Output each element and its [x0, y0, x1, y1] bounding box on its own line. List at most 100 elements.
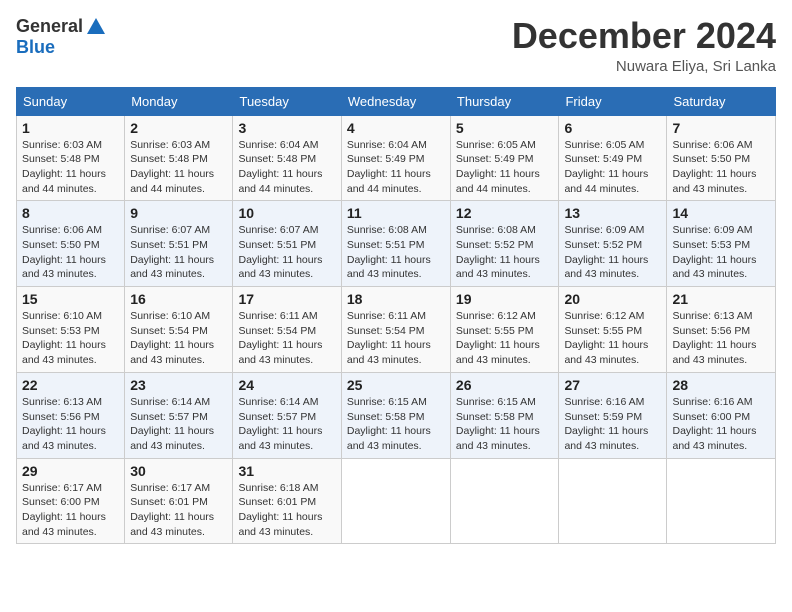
daylight-text: Daylight: 11 hours and 43 minutes.	[672, 254, 756, 281]
daylight-text: Daylight: 11 hours and 43 minutes.	[130, 254, 214, 281]
sunset-text: Sunset: 6:01 PM	[130, 496, 208, 508]
sunset-text: Sunset: 5:54 PM	[238, 325, 316, 337]
sunrise-text: Sunrise: 6:09 AM	[564, 224, 644, 236]
table-row: 18 Sunrise: 6:11 AM Sunset: 5:54 PM Dayl…	[341, 287, 450, 373]
table-row: 10 Sunrise: 6:07 AM Sunset: 5:51 PM Dayl…	[233, 201, 341, 287]
day-number: 29	[22, 463, 119, 479]
table-row	[667, 458, 776, 544]
sunset-text: Sunset: 5:49 PM	[347, 153, 425, 165]
col-monday: Monday	[125, 87, 233, 115]
sunset-text: Sunset: 5:48 PM	[22, 153, 100, 165]
daylight-text: Daylight: 11 hours and 43 minutes.	[22, 254, 106, 281]
col-tuesday: Tuesday	[233, 87, 341, 115]
calendar-week-row: 29 Sunrise: 6:17 AM Sunset: 6:00 PM Dayl…	[17, 458, 776, 544]
day-number: 11	[347, 205, 445, 221]
table-row: 25 Sunrise: 6:15 AM Sunset: 5:58 PM Dayl…	[341, 372, 450, 458]
daylight-text: Daylight: 11 hours and 44 minutes.	[564, 168, 648, 195]
sunset-text: Sunset: 6:00 PM	[672, 411, 750, 423]
col-saturday: Saturday	[667, 87, 776, 115]
table-row: 2 Sunrise: 6:03 AM Sunset: 5:48 PM Dayli…	[125, 115, 233, 201]
day-number: 3	[238, 120, 335, 136]
sunrise-text: Sunrise: 6:06 AM	[672, 139, 752, 151]
logo-blue-text: Blue	[16, 38, 55, 58]
sunrise-text: Sunrise: 6:11 AM	[238, 310, 317, 322]
table-row: 27 Sunrise: 6:16 AM Sunset: 5:59 PM Dayl…	[559, 372, 667, 458]
sunrise-text: Sunrise: 6:15 AM	[456, 396, 536, 408]
table-row: 11 Sunrise: 6:08 AM Sunset: 5:51 PM Dayl…	[341, 201, 450, 287]
table-row: 1 Sunrise: 6:03 AM Sunset: 5:48 PM Dayli…	[17, 115, 125, 201]
day-number: 30	[130, 463, 227, 479]
daylight-text: Daylight: 11 hours and 43 minutes.	[238, 339, 322, 366]
daylight-text: Daylight: 11 hours and 43 minutes.	[130, 339, 214, 366]
table-row: 12 Sunrise: 6:08 AM Sunset: 5:52 PM Dayl…	[450, 201, 559, 287]
table-row: 16 Sunrise: 6:10 AM Sunset: 5:54 PM Dayl…	[125, 287, 233, 373]
sunrise-text: Sunrise: 6:16 AM	[672, 396, 752, 408]
daylight-text: Daylight: 11 hours and 43 minutes.	[564, 425, 648, 452]
sunrise-text: Sunrise: 6:12 AM	[456, 310, 536, 322]
sunrise-text: Sunrise: 6:16 AM	[564, 396, 644, 408]
day-number: 10	[238, 205, 335, 221]
table-row: 31 Sunrise: 6:18 AM Sunset: 6:01 PM Dayl…	[233, 458, 341, 544]
sunrise-text: Sunrise: 6:04 AM	[347, 139, 427, 151]
table-row: 14 Sunrise: 6:09 AM Sunset: 5:53 PM Dayl…	[667, 201, 776, 287]
day-number: 25	[347, 377, 445, 393]
month-title: December 2024	[512, 16, 776, 56]
sunset-text: Sunset: 5:56 PM	[22, 411, 100, 423]
calendar-week-row: 15 Sunrise: 6:10 AM Sunset: 5:53 PM Dayl…	[17, 287, 776, 373]
day-number: 8	[22, 205, 119, 221]
table-row: 13 Sunrise: 6:09 AM Sunset: 5:52 PM Dayl…	[559, 201, 667, 287]
table-row	[559, 458, 667, 544]
day-number: 14	[672, 205, 770, 221]
sunrise-text: Sunrise: 6:15 AM	[347, 396, 427, 408]
location-text: Nuwara Eliya, Sri Lanka	[512, 58, 776, 75]
sunset-text: Sunset: 5:58 PM	[456, 411, 534, 423]
daylight-text: Daylight: 11 hours and 43 minutes.	[22, 511, 106, 538]
sunset-text: Sunset: 5:59 PM	[564, 411, 642, 423]
table-row: 6 Sunrise: 6:05 AM Sunset: 5:49 PM Dayli…	[559, 115, 667, 201]
calendar-week-row: 8 Sunrise: 6:06 AM Sunset: 5:50 PM Dayli…	[17, 201, 776, 287]
sunrise-text: Sunrise: 6:17 AM	[130, 482, 210, 494]
col-thursday: Thursday	[450, 87, 559, 115]
table-row: 7 Sunrise: 6:06 AM Sunset: 5:50 PM Dayli…	[667, 115, 776, 201]
sunset-text: Sunset: 5:53 PM	[22, 325, 100, 337]
daylight-text: Daylight: 11 hours and 44 minutes.	[347, 168, 431, 195]
calendar-header-row: Sunday Monday Tuesday Wednesday Thursday…	[17, 87, 776, 115]
col-wednesday: Wednesday	[341, 87, 450, 115]
day-number: 2	[130, 120, 227, 136]
sunset-text: Sunset: 5:51 PM	[130, 239, 208, 251]
daylight-text: Daylight: 11 hours and 43 minutes.	[456, 425, 540, 452]
daylight-text: Daylight: 11 hours and 43 minutes.	[130, 511, 214, 538]
table-row: 24 Sunrise: 6:14 AM Sunset: 5:57 PM Dayl…	[233, 372, 341, 458]
daylight-text: Daylight: 11 hours and 43 minutes.	[672, 168, 756, 195]
sunset-text: Sunset: 5:51 PM	[347, 239, 425, 251]
table-row: 17 Sunrise: 6:11 AM Sunset: 5:54 PM Dayl…	[233, 287, 341, 373]
logo: General Blue	[16, 16, 107, 58]
title-block: December 2024 Nuwara Eliya, Sri Lanka	[512, 16, 776, 75]
table-row: 21 Sunrise: 6:13 AM Sunset: 5:56 PM Dayl…	[667, 287, 776, 373]
sunrise-text: Sunrise: 6:08 AM	[456, 224, 536, 236]
sunset-text: Sunset: 5:54 PM	[130, 325, 208, 337]
sunset-text: Sunset: 5:49 PM	[456, 153, 534, 165]
sunrise-text: Sunrise: 6:03 AM	[130, 139, 210, 151]
table-row: 9 Sunrise: 6:07 AM Sunset: 5:51 PM Dayli…	[125, 201, 233, 287]
sunrise-text: Sunrise: 6:05 AM	[564, 139, 644, 151]
day-number: 16	[130, 291, 227, 307]
day-number: 1	[22, 120, 119, 136]
table-row: 30 Sunrise: 6:17 AM Sunset: 6:01 PM Dayl…	[125, 458, 233, 544]
table-row: 4 Sunrise: 6:04 AM Sunset: 5:49 PM Dayli…	[341, 115, 450, 201]
day-number: 21	[672, 291, 770, 307]
day-number: 12	[456, 205, 554, 221]
daylight-text: Daylight: 11 hours and 43 minutes.	[238, 511, 322, 538]
sunset-text: Sunset: 5:49 PM	[564, 153, 642, 165]
sunset-text: Sunset: 5:52 PM	[456, 239, 534, 251]
daylight-text: Daylight: 11 hours and 43 minutes.	[347, 339, 431, 366]
table-row: 26 Sunrise: 6:15 AM Sunset: 5:58 PM Dayl…	[450, 372, 559, 458]
sunrise-text: Sunrise: 6:10 AM	[22, 310, 102, 322]
calendar-week-row: 1 Sunrise: 6:03 AM Sunset: 5:48 PM Dayli…	[17, 115, 776, 201]
sunset-text: Sunset: 5:55 PM	[456, 325, 534, 337]
table-row: 3 Sunrise: 6:04 AM Sunset: 5:48 PM Dayli…	[233, 115, 341, 201]
sunrise-text: Sunrise: 6:13 AM	[672, 310, 752, 322]
sunrise-text: Sunrise: 6:05 AM	[456, 139, 536, 151]
daylight-text: Daylight: 11 hours and 43 minutes.	[347, 254, 431, 281]
table-row: 5 Sunrise: 6:05 AM Sunset: 5:49 PM Dayli…	[450, 115, 559, 201]
